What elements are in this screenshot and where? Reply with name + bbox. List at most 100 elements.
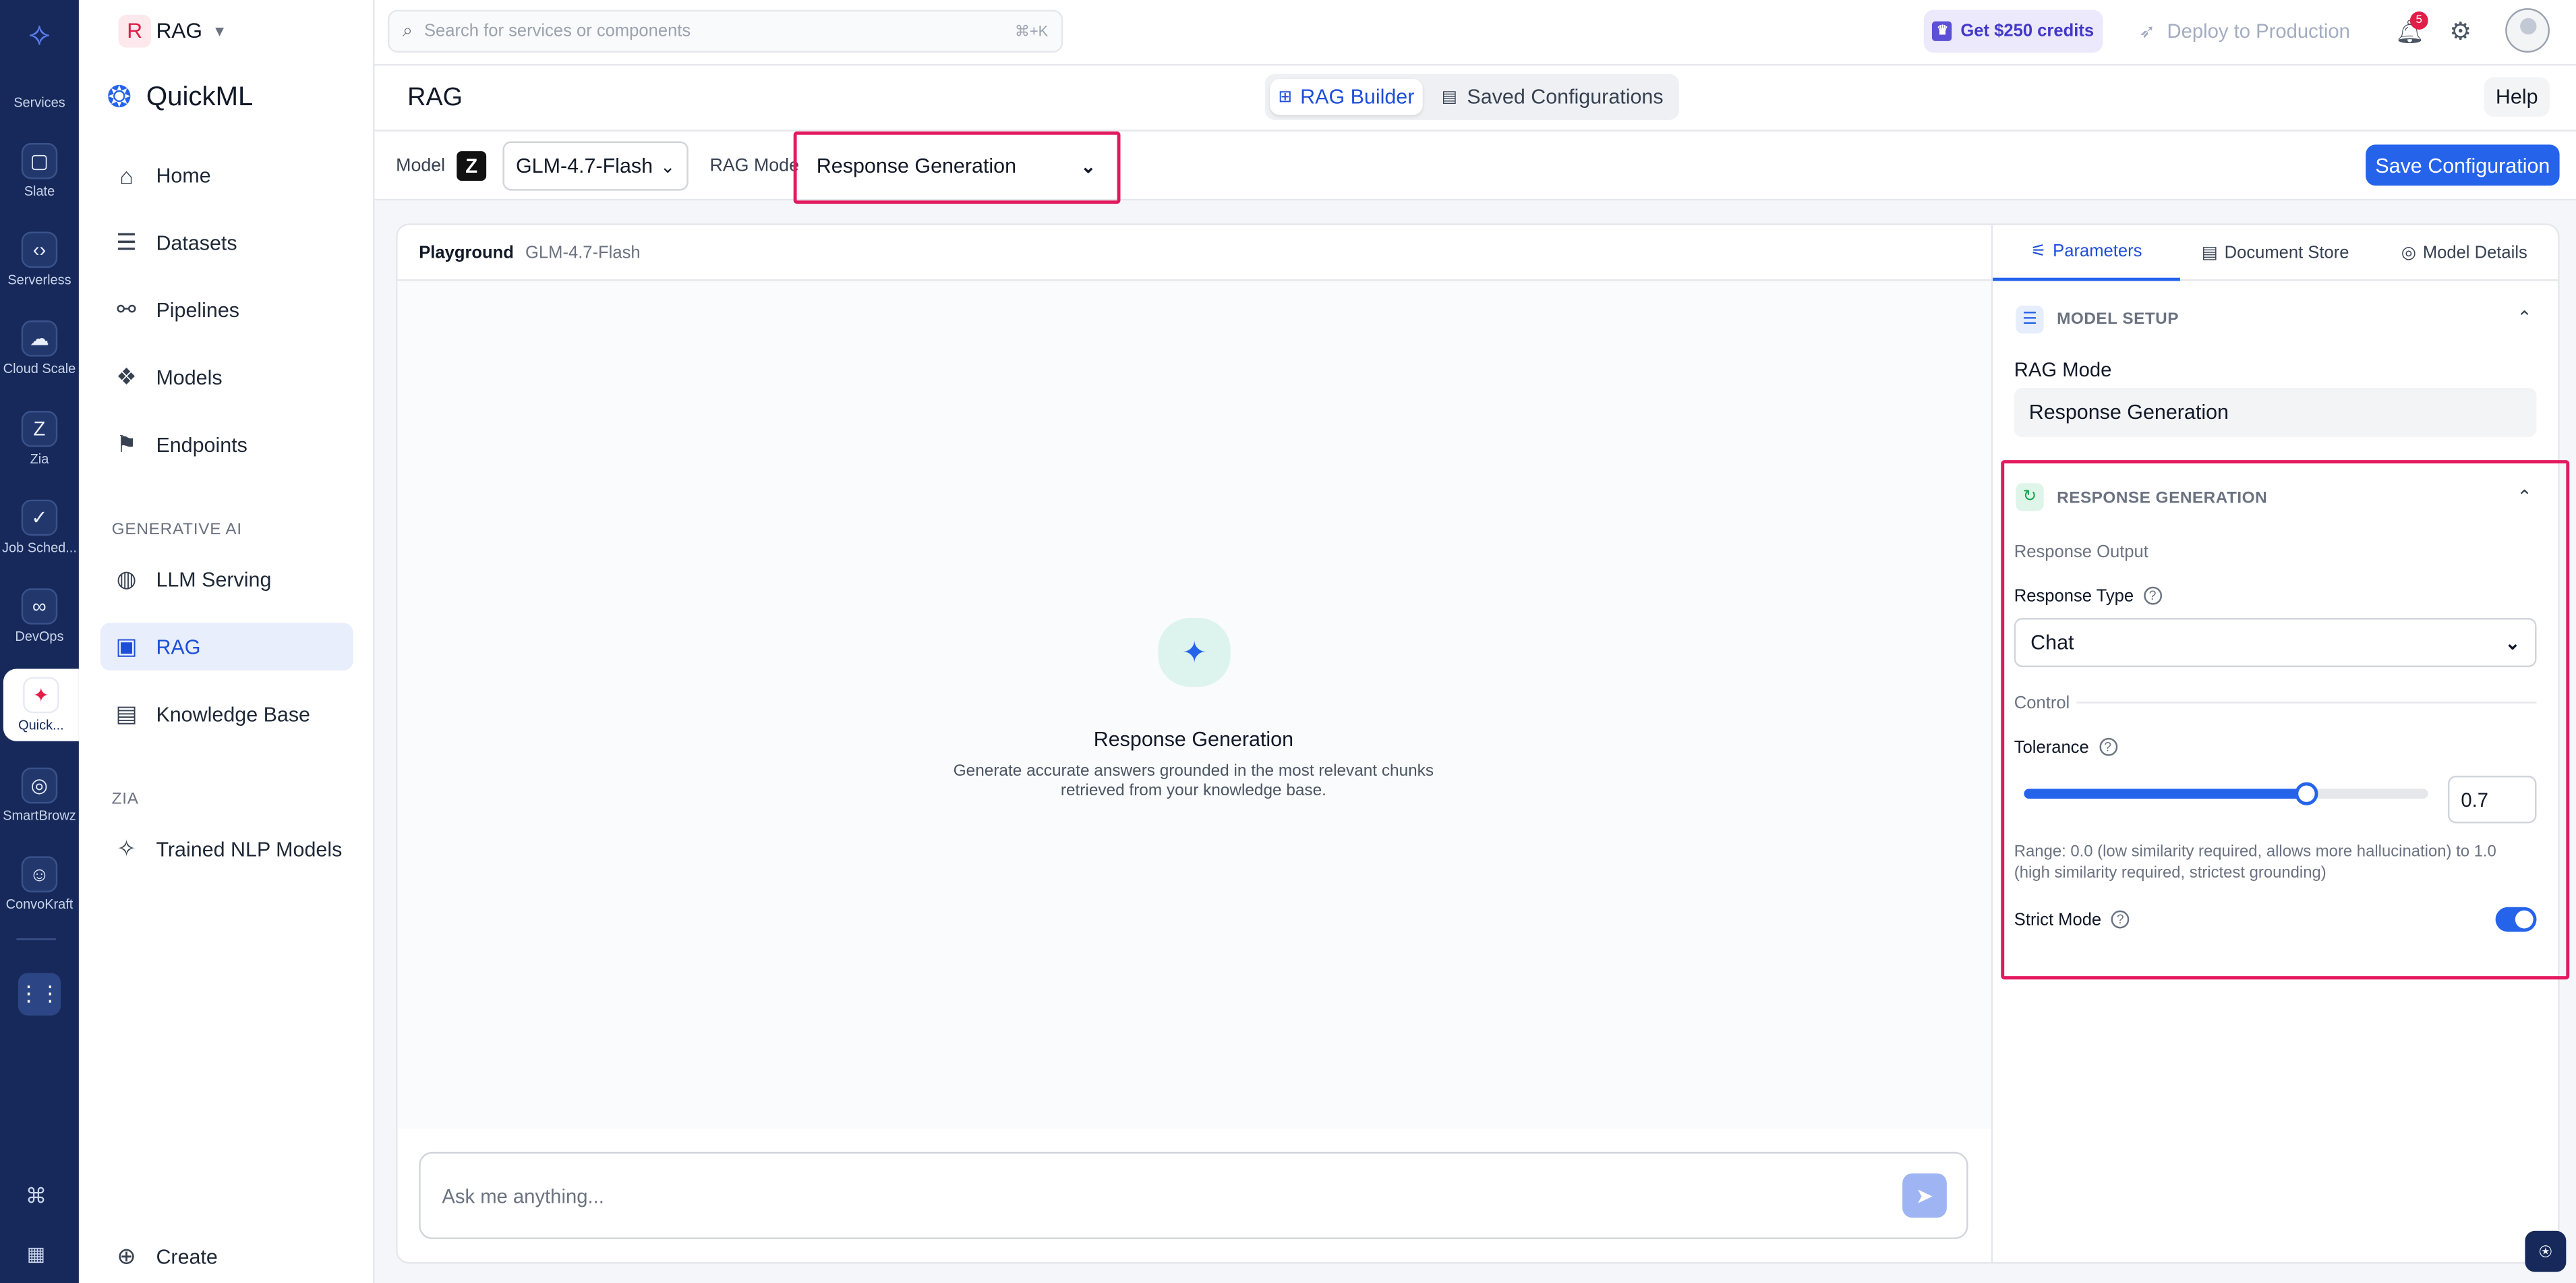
avatar[interactable] <box>2505 8 2550 53</box>
playground-model: GLM-4.7-Flash <box>525 242 641 262</box>
devops-icon: ∞ <box>21 588 58 625</box>
tab-saved-configurations[interactable]: ▤ Saved Configurations <box>1429 79 1675 115</box>
deploy-to-production-button[interactable]: ➶ Deploy to Production <box>2139 20 2350 42</box>
tab-label: Saved Configurations <box>1467 85 1664 109</box>
sparkle-icon: ✦ <box>1158 618 1231 687</box>
rail-item-label: SmartBrowz <box>3 808 76 824</box>
sidebar-item-models[interactable]: ❖ Models <box>100 353 353 401</box>
search-input[interactable]: Search for services or components <box>424 22 691 41</box>
quickml-sidebar: ❂ QuickML ⌂ Home ☰ Datasets ⚯ Pipelines ❖ Mo… <box>78 0 375 1283</box>
rail-divider <box>16 938 56 940</box>
sidebar-item-label: RAG <box>156 635 201 658</box>
support-chat-icon[interactable]: ⍟ <box>2525 1230 2567 1272</box>
model-select[interactable]: GLM-4.7-Flash ⌄ <box>502 141 689 191</box>
sidebar-item-label: Pipelines <box>156 298 240 322</box>
widgets-icon[interactable]: ▦ <box>22 1243 51 1272</box>
builder-icon: ⊞ <box>1278 88 1292 107</box>
zhipu-logo-icon: Z <box>457 151 487 181</box>
tab-rag-builder[interactable]: ⊞ RAG Builder <box>1270 78 1423 115</box>
apps-grid-icon[interactable]: ⋮⋮ <box>18 973 61 1016</box>
models-icon: ❖ <box>116 363 137 390</box>
sidebar-item-label: Knowledge Base <box>156 702 311 726</box>
section-zia: ZIA <box>111 790 139 809</box>
sidebar-item-label: Endpoints <box>156 432 247 457</box>
empty-state-desc-line-1: Generate accurate answers grounded in th… <box>953 762 1434 781</box>
rail-item-zia[interactable]: Z Zia <box>0 411 79 467</box>
chat-input[interactable]: Ask me anything... <box>442 1184 604 1207</box>
tab-document-store[interactable]: ▤ Document Store <box>2185 225 2366 281</box>
model-setup-rag-mode-label: RAG Mode <box>2014 358 2112 382</box>
saved-doc-icon: ▤ <box>1441 88 1457 107</box>
rag-icon: ▣ <box>115 632 138 659</box>
sidebar-item-label: Datasets <box>156 231 237 254</box>
document-icon: ▤ <box>115 700 138 726</box>
project-name: RAG <box>156 18 203 43</box>
database-icon: ☰ <box>116 228 137 255</box>
model-setup-heading: MODEL SETUP <box>2057 310 2179 329</box>
rail-item-quickml[interactable]: ✦ Quick... <box>3 668 79 741</box>
rail-item-job-scheduling[interactable]: ✓ Job Sched... <box>0 499 79 556</box>
plus-circle-icon: ⊕ <box>117 1242 136 1269</box>
rail-item-cloud-scale[interactable]: ☁ Cloud Scale <box>0 320 79 376</box>
sparkle-icon: ✧ <box>117 834 136 861</box>
tab-parameters[interactable]: ⚟ Parameters <box>1993 225 2180 281</box>
pipeline-icon: ⚯ <box>117 295 136 322</box>
rail-item-label: Job Sched... <box>2 540 77 556</box>
send-button[interactable]: ➤ <box>1902 1173 1947 1218</box>
global-search[interactable]: ⌕ Search for services or components ⌘+K <box>387 9 1063 53</box>
rail-item-label: Quick... <box>18 718 64 733</box>
integrations-icon[interactable]: ⌘ <box>22 1183 51 1213</box>
serverless-icon: ‹› <box>21 231 58 268</box>
sidebar-item-datasets[interactable]: ☰ Datasets <box>100 219 353 266</box>
rail-item-devops[interactable]: ∞ DevOps <box>0 588 79 644</box>
sidebar-item-label: LLM Serving <box>156 567 272 591</box>
chevron-up-icon[interactable]: ⌃ <box>2517 308 2531 329</box>
rail-item-serverless[interactable]: ‹› Serverless <box>0 231 79 288</box>
model-select-value: GLM-4.7-Flash <box>515 154 653 178</box>
rag-mode-label: RAG Mode <box>709 156 800 176</box>
rail-item-label: Slate <box>24 183 55 199</box>
sidebar-item-llm-serving[interactable]: ◍ LLM Serving <box>100 555 353 603</box>
gear-icon[interactable]: ⚙ <box>2449 16 2471 46</box>
services-rail: ⟡ Services ▢ Slate ‹› Serverless ☁ Cloud Sc… <box>0 0 79 1283</box>
cloud-scale-icon: ☁ <box>21 320 58 357</box>
search-icon: ⌕ <box>402 20 413 40</box>
sidebar-item-knowledge-base[interactable]: ▤ Knowledge Base <box>100 690 353 738</box>
rail-item-smartbrowz[interactable]: ◎ SmartBrowz <box>0 767 79 824</box>
avatar-head <box>2519 18 2536 35</box>
empty-state-title: Response Generation <box>1093 728 1294 751</box>
catalyst-logo-icon[interactable]: ⟡ <box>20 15 59 54</box>
slate-icon: ▢ <box>21 142 58 179</box>
create-button[interactable]: ⊕ Create <box>100 1232 353 1280</box>
llm-serving-icon: ◍ <box>116 565 137 592</box>
rail-item-label: DevOps <box>15 629 64 644</box>
sidebar-item-label: Models <box>156 366 223 389</box>
help-button[interactable]: Help <box>2484 77 2550 117</box>
tab-model-details[interactable]: ◎ Model Details <box>2374 225 2554 281</box>
rail-item-label: Serverless <box>7 273 71 288</box>
tab-label: Model Details <box>2422 243 2527 263</box>
rail-item-slate[interactable]: ▢ Slate <box>0 142 79 199</box>
sidebar-item-home[interactable]: ⌂ Home <box>100 151 353 199</box>
rail-item-label: Zia <box>30 451 49 467</box>
get-credits-button[interactable]: ♛ Get $250 credits <box>1923 9 2103 53</box>
model-label: Model <box>396 156 446 176</box>
tab-label: Parameters <box>2053 241 2142 262</box>
job-scheduling-icon: ✓ <box>21 499 58 536</box>
flag-icon: ⚑ <box>116 430 137 457</box>
project-switcher[interactable]: RAG ▼ <box>156 18 227 43</box>
sidebar-item-pipelines[interactable]: ⚯ Pipelines <box>100 286 353 334</box>
caret-down-icon: ▼ <box>212 22 227 39</box>
chat-input-box[interactable]: Ask me anything... <box>419 1151 1968 1239</box>
chat-area <box>397 281 1991 1129</box>
playground-header: Playground GLM-4.7-Flash <box>397 225 1991 281</box>
sidebar-item-label: Home <box>156 163 211 187</box>
quickml-icon: ✦ <box>23 677 59 714</box>
sidebar-item-rag[interactable]: ▣ RAG <box>100 623 353 671</box>
rail-item-label: ConvoKraft <box>5 897 74 913</box>
save-configuration-button[interactable]: Save Configuration <box>2366 144 2560 186</box>
sidebar-item-endpoints[interactable]: ⚑ Endpoints <box>100 421 353 469</box>
rail-item-convokraft[interactable]: ☺ ConvoKraft <box>0 856 79 912</box>
send-icon: ➤ <box>1915 1182 1934 1207</box>
sidebar-item-trained-nlp-models[interactable]: ✧ Trained NLP Models <box>100 825 353 873</box>
